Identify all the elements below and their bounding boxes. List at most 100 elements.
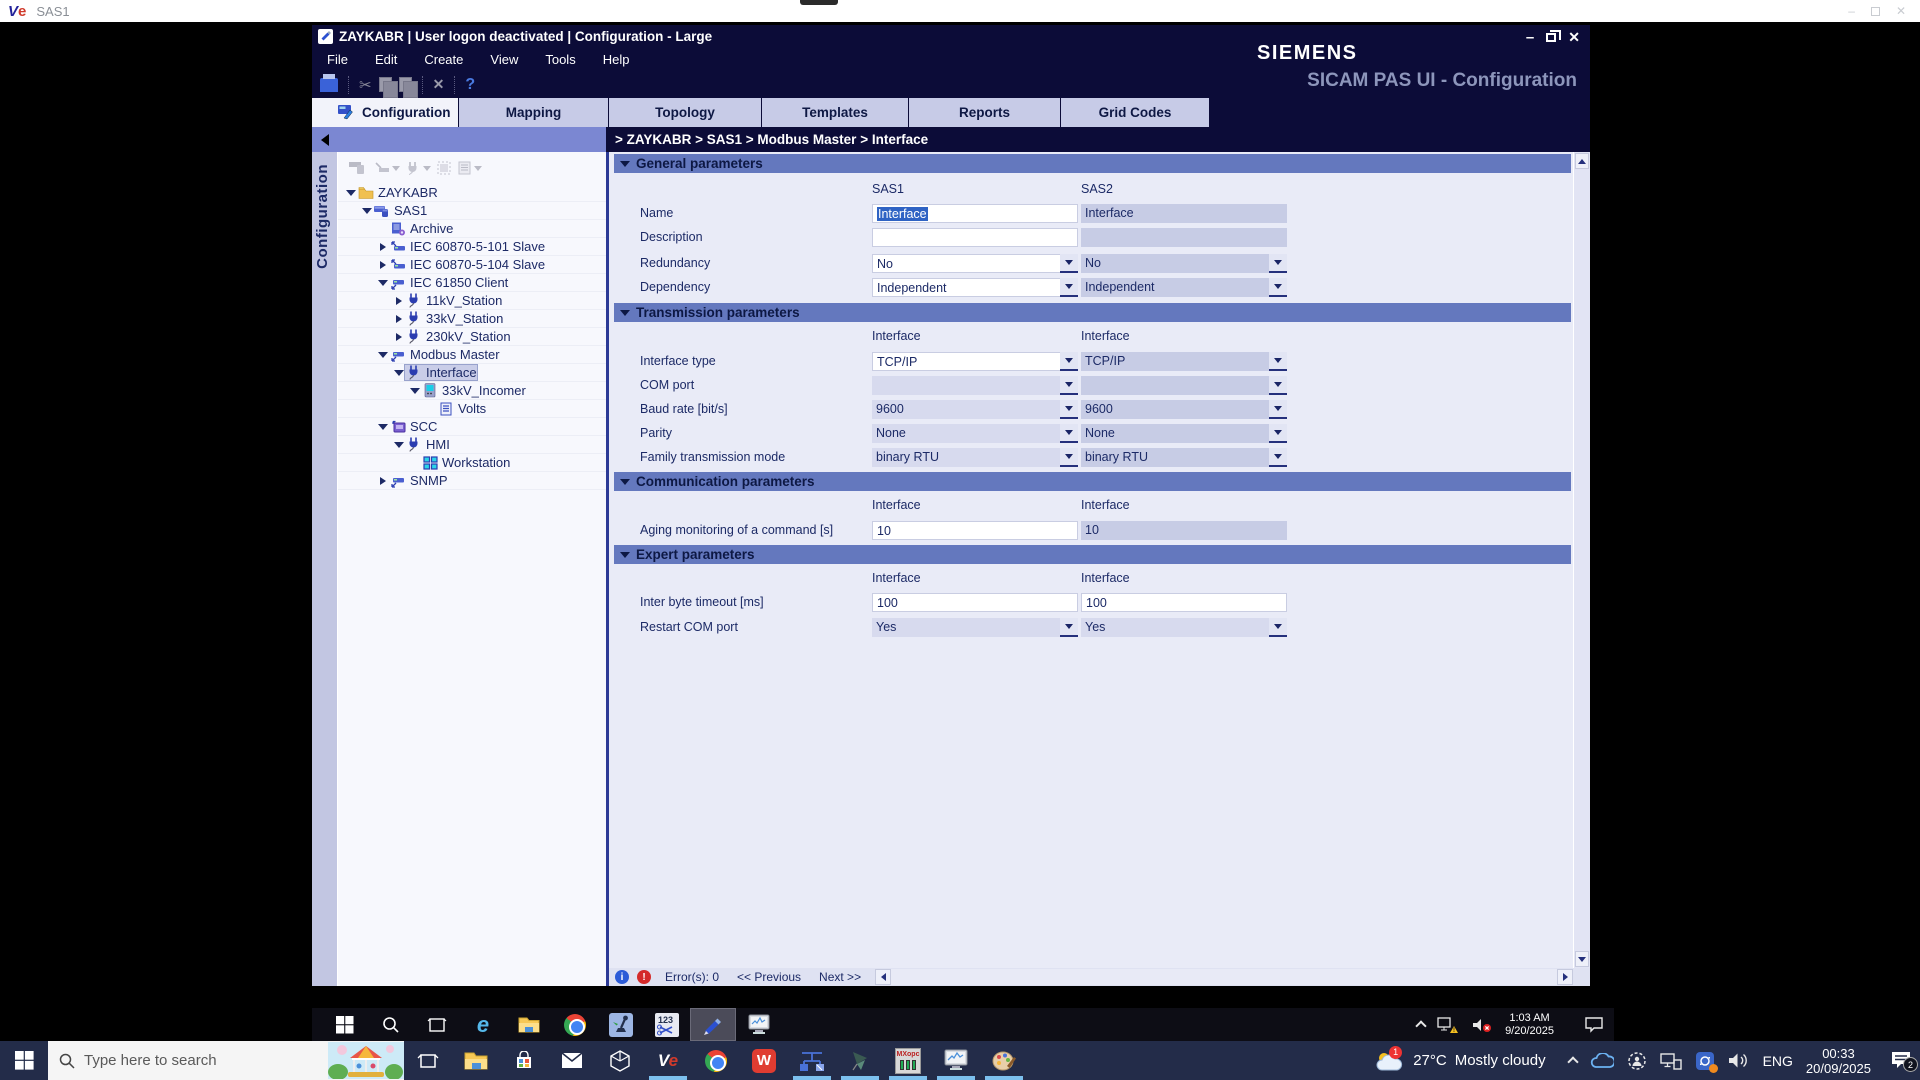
remote-parameter-app-button[interactable]: 123 [644, 1008, 690, 1041]
tree-item-snmp[interactable]: SNMP [338, 472, 606, 490]
dependency-sas1-dropdown[interactable]: Independent [872, 278, 1078, 297]
vertical-scrollbar[interactable] [1573, 152, 1590, 968]
menu-help[interactable]: Help [603, 52, 630, 67]
expand-icon[interactable] [360, 208, 373, 214]
tray-chevron-icon[interactable] [1415, 1020, 1426, 1031]
collapse-icon[interactable] [392, 297, 405, 305]
tree-item-workstation[interactable]: Workstation [338, 454, 606, 472]
action-center[interactable]: 2 [1890, 1051, 1912, 1070]
tree-item-modbus-master[interactable]: Modbus Master [338, 346, 606, 364]
print-icon[interactable] [320, 78, 338, 92]
tree-item-hmi[interactable]: HMI [338, 436, 606, 454]
mail-button[interactable] [548, 1041, 596, 1080]
collapse-icon[interactable] [392, 315, 405, 323]
volume-muted-icon[interactable] [1471, 1017, 1493, 1033]
section-communication-parameters[interactable]: Communication parameters [614, 472, 1571, 491]
tab-configuration[interactable]: Configuration [312, 98, 459, 127]
wps-office-button[interactable]: W [740, 1041, 788, 1080]
next-button[interactable]: Next >> [819, 970, 861, 984]
notification-icon[interactable] [1584, 1016, 1604, 1033]
network-icon[interactable] [1660, 1052, 1682, 1070]
vnc-viewer-button[interactable]: Ve [644, 1041, 692, 1080]
error-icon[interactable]: ! [637, 970, 651, 984]
start-button[interactable] [0, 1041, 48, 1080]
tree-item-33kv-incomer[interactable]: 33kV_Incomer [338, 382, 606, 400]
tree-item-33kv-station[interactable]: 33kV_Station [338, 310, 606, 328]
paint-app-button[interactable] [980, 1041, 1028, 1080]
interface-type-sas1-dropdown[interactable]: TCP/IP [872, 352, 1078, 371]
remote-task-view-button[interactable] [414, 1008, 460, 1041]
tree-item-sas1[interactable]: SAS1 [338, 202, 606, 220]
menu-file[interactable]: File [327, 52, 348, 67]
expand-icon[interactable] [392, 442, 405, 448]
scroll-left-button[interactable] [875, 969, 891, 985]
tree-item-iec-60870-5-101-slave[interactable]: IEC 60870-5-101 Slave [338, 238, 606, 256]
side-tab-configuration[interactable]: Configuration [314, 164, 331, 269]
tree-item-230kv-station[interactable]: 230kV_Station [338, 328, 606, 346]
meet-now-icon[interactable] [1627, 1051, 1647, 1071]
kite-app-button[interactable] [836, 1041, 884, 1080]
dropdown-arrow-icon[interactable] [1060, 254, 1078, 273]
collapse-icon[interactable] [376, 243, 389, 251]
vnc-close-button[interactable]: ✕ [1896, 4, 1906, 18]
update-tray-item[interactable] [1695, 1051, 1715, 1071]
scroll-up-button[interactable] [1575, 153, 1589, 169]
expand-icon[interactable] [376, 424, 389, 430]
search-input[interactable] [84, 1052, 294, 1069]
tab-mapping[interactable]: Mapping [459, 98, 609, 127]
remote-sicam-valpro-button[interactable] [598, 1008, 644, 1041]
menu-tools[interactable]: Tools [545, 52, 575, 67]
tree-item-zaykabr[interactable]: ZAYKABR [338, 184, 606, 202]
horizontal-scrollbar[interactable] [875, 968, 1590, 986]
onedrive-icon[interactable] [1590, 1053, 1614, 1069]
redundancy-sas1-dropdown[interactable]: No [872, 254, 1078, 273]
tray-chevron-icon[interactable] [1567, 1056, 1578, 1067]
vnc-toolbar-handle[interactable] [800, 0, 838, 5]
remote-clock[interactable]: 1:03 AM 9/20/2025 [1505, 1012, 1554, 1038]
tree-item-iec-60870-5-104-slave[interactable]: IEC 60870-5-104 Slave [338, 256, 606, 274]
volume-icon[interactable] [1728, 1052, 1750, 1069]
tree-item-iec-61850-client[interactable]: IEC 61850 Client [338, 274, 606, 292]
task-view-button[interactable] [404, 1041, 452, 1080]
remote-file-explorer-button[interactable] [506, 1008, 552, 1041]
expand-icon[interactable] [392, 370, 405, 376]
remote-search-button[interactable] [368, 1008, 414, 1041]
3d-viewer-button[interactable] [596, 1041, 644, 1080]
section-transmission-parameters[interactable]: Transmission parameters [614, 303, 1571, 322]
info-icon[interactable]: i [615, 970, 629, 984]
remote-ie-button[interactable]: e [460, 1008, 506, 1041]
tab-reports[interactable]: Reports [909, 98, 1061, 127]
vnc-restore-button[interactable] [1871, 7, 1880, 16]
aging-monitoring-sas1-input[interactable]: 10 [872, 521, 1078, 540]
tree-item-volts[interactable]: Volts [338, 400, 606, 418]
tree-item-11kv-station[interactable]: 11kV_Station [338, 292, 606, 310]
section-expert-parameters[interactable]: Expert parameters [614, 545, 1571, 564]
tab-topology[interactable]: Topology [609, 98, 762, 127]
description-sas1-input[interactable] [872, 228, 1078, 247]
remote-monitor-app-button[interactable] [736, 1008, 782, 1041]
tab-grid-codes[interactable]: Grid Codes [1061, 98, 1210, 127]
taskbar-search[interactable] [48, 1041, 404, 1080]
tree-item-interface[interactable]: Interface [338, 364, 606, 382]
menu-edit[interactable]: Edit [375, 52, 397, 67]
collapse-panel-icon[interactable] [321, 134, 329, 146]
name-sas1-input[interactable]: Interface [872, 204, 1078, 223]
scroll-down-button[interactable] [1575, 951, 1589, 967]
help-icon[interactable]: ? [465, 76, 475, 94]
network-diagram-app-button[interactable] [788, 1041, 836, 1080]
scroll-right-button[interactable] [1557, 969, 1573, 985]
remote-start-button[interactable] [322, 1008, 368, 1041]
network-warning-icon[interactable]: ! [1437, 1016, 1459, 1034]
collapse-icon[interactable] [392, 333, 405, 341]
file-explorer-button[interactable] [452, 1041, 500, 1080]
remote-chrome-button[interactable] [552, 1008, 598, 1041]
chrome-button[interactable] [692, 1041, 740, 1080]
mxopc-app-button[interactable]: MXopc [884, 1041, 932, 1080]
language-indicator[interactable]: ENG [1763, 1053, 1793, 1069]
previous-button[interactable]: << Previous [737, 970, 801, 984]
monitor-app-button[interactable] [932, 1041, 980, 1080]
expand-icon[interactable] [376, 280, 389, 286]
tree-item-scc[interactable]: SCC [338, 418, 606, 436]
tab-templates[interactable]: Templates [762, 98, 909, 127]
dropdown-arrow-icon[interactable] [1060, 278, 1078, 297]
